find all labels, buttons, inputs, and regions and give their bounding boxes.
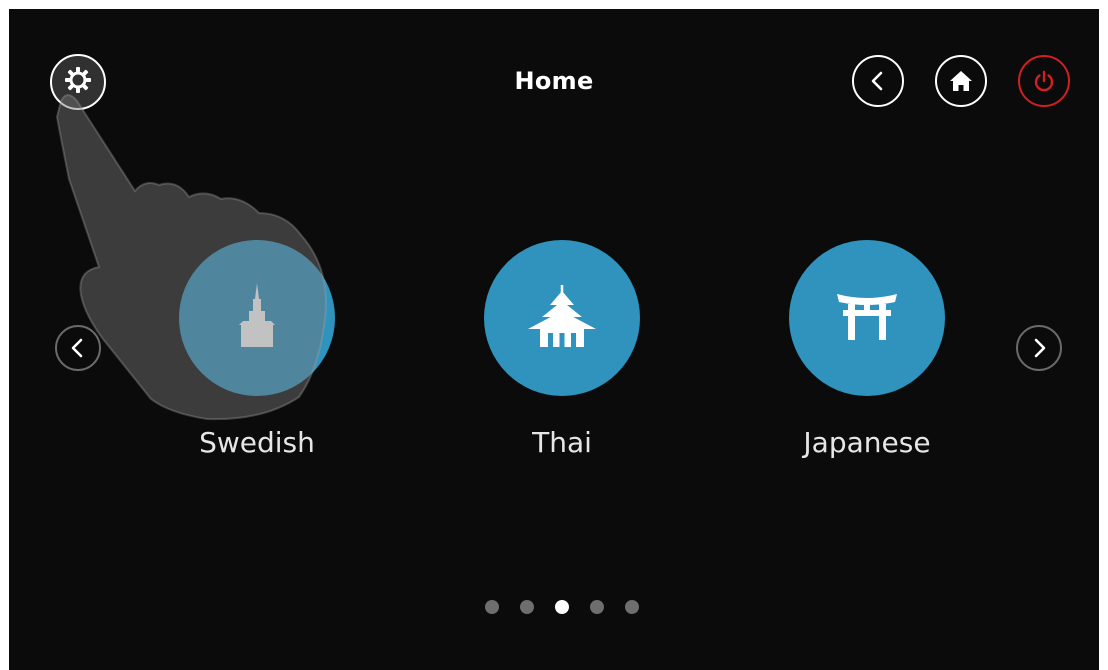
next-page-button[interactable] <box>1016 325 1062 371</box>
chevron-left-icon <box>866 69 890 93</box>
japanese-button[interactable] <box>789 240 945 396</box>
page-dot-1[interactable] <box>485 600 499 614</box>
chevron-right-icon <box>1027 336 1051 360</box>
carousel-item-label: Swedish <box>199 426 315 459</box>
carousel-item-swedish[interactable]: Swedish <box>142 240 372 459</box>
page-dot-2[interactable] <box>520 600 534 614</box>
page-indicator <box>485 600 639 614</box>
thai-temple-icon <box>526 283 598 353</box>
torii-gate-icon <box>835 290 899 346</box>
page-dot-3-active[interactable] <box>555 600 569 614</box>
home-icon <box>948 68 974 94</box>
thai-button[interactable] <box>484 240 640 396</box>
page-dot-4[interactable] <box>590 600 604 614</box>
swedish-button[interactable] <box>179 240 335 396</box>
carousel-item-label: Japanese <box>803 426 931 459</box>
carousel-item-japanese[interactable]: Japanese <box>752 240 982 459</box>
page-dot-5[interactable] <box>625 600 639 614</box>
chevron-left-icon <box>66 336 90 360</box>
power-button[interactable] <box>1018 55 1070 107</box>
power-icon <box>1032 69 1056 93</box>
home-button[interactable] <box>935 55 987 107</box>
carousel-item-thai[interactable]: Thai <box>447 240 677 459</box>
home-screen: Home Swedish Thai Japanese <box>9 9 1099 670</box>
carousel-item-label: Thai <box>532 426 592 459</box>
back-button[interactable] <box>852 55 904 107</box>
swedish-church-icon <box>235 281 279 355</box>
previous-page-button[interactable] <box>55 325 101 371</box>
